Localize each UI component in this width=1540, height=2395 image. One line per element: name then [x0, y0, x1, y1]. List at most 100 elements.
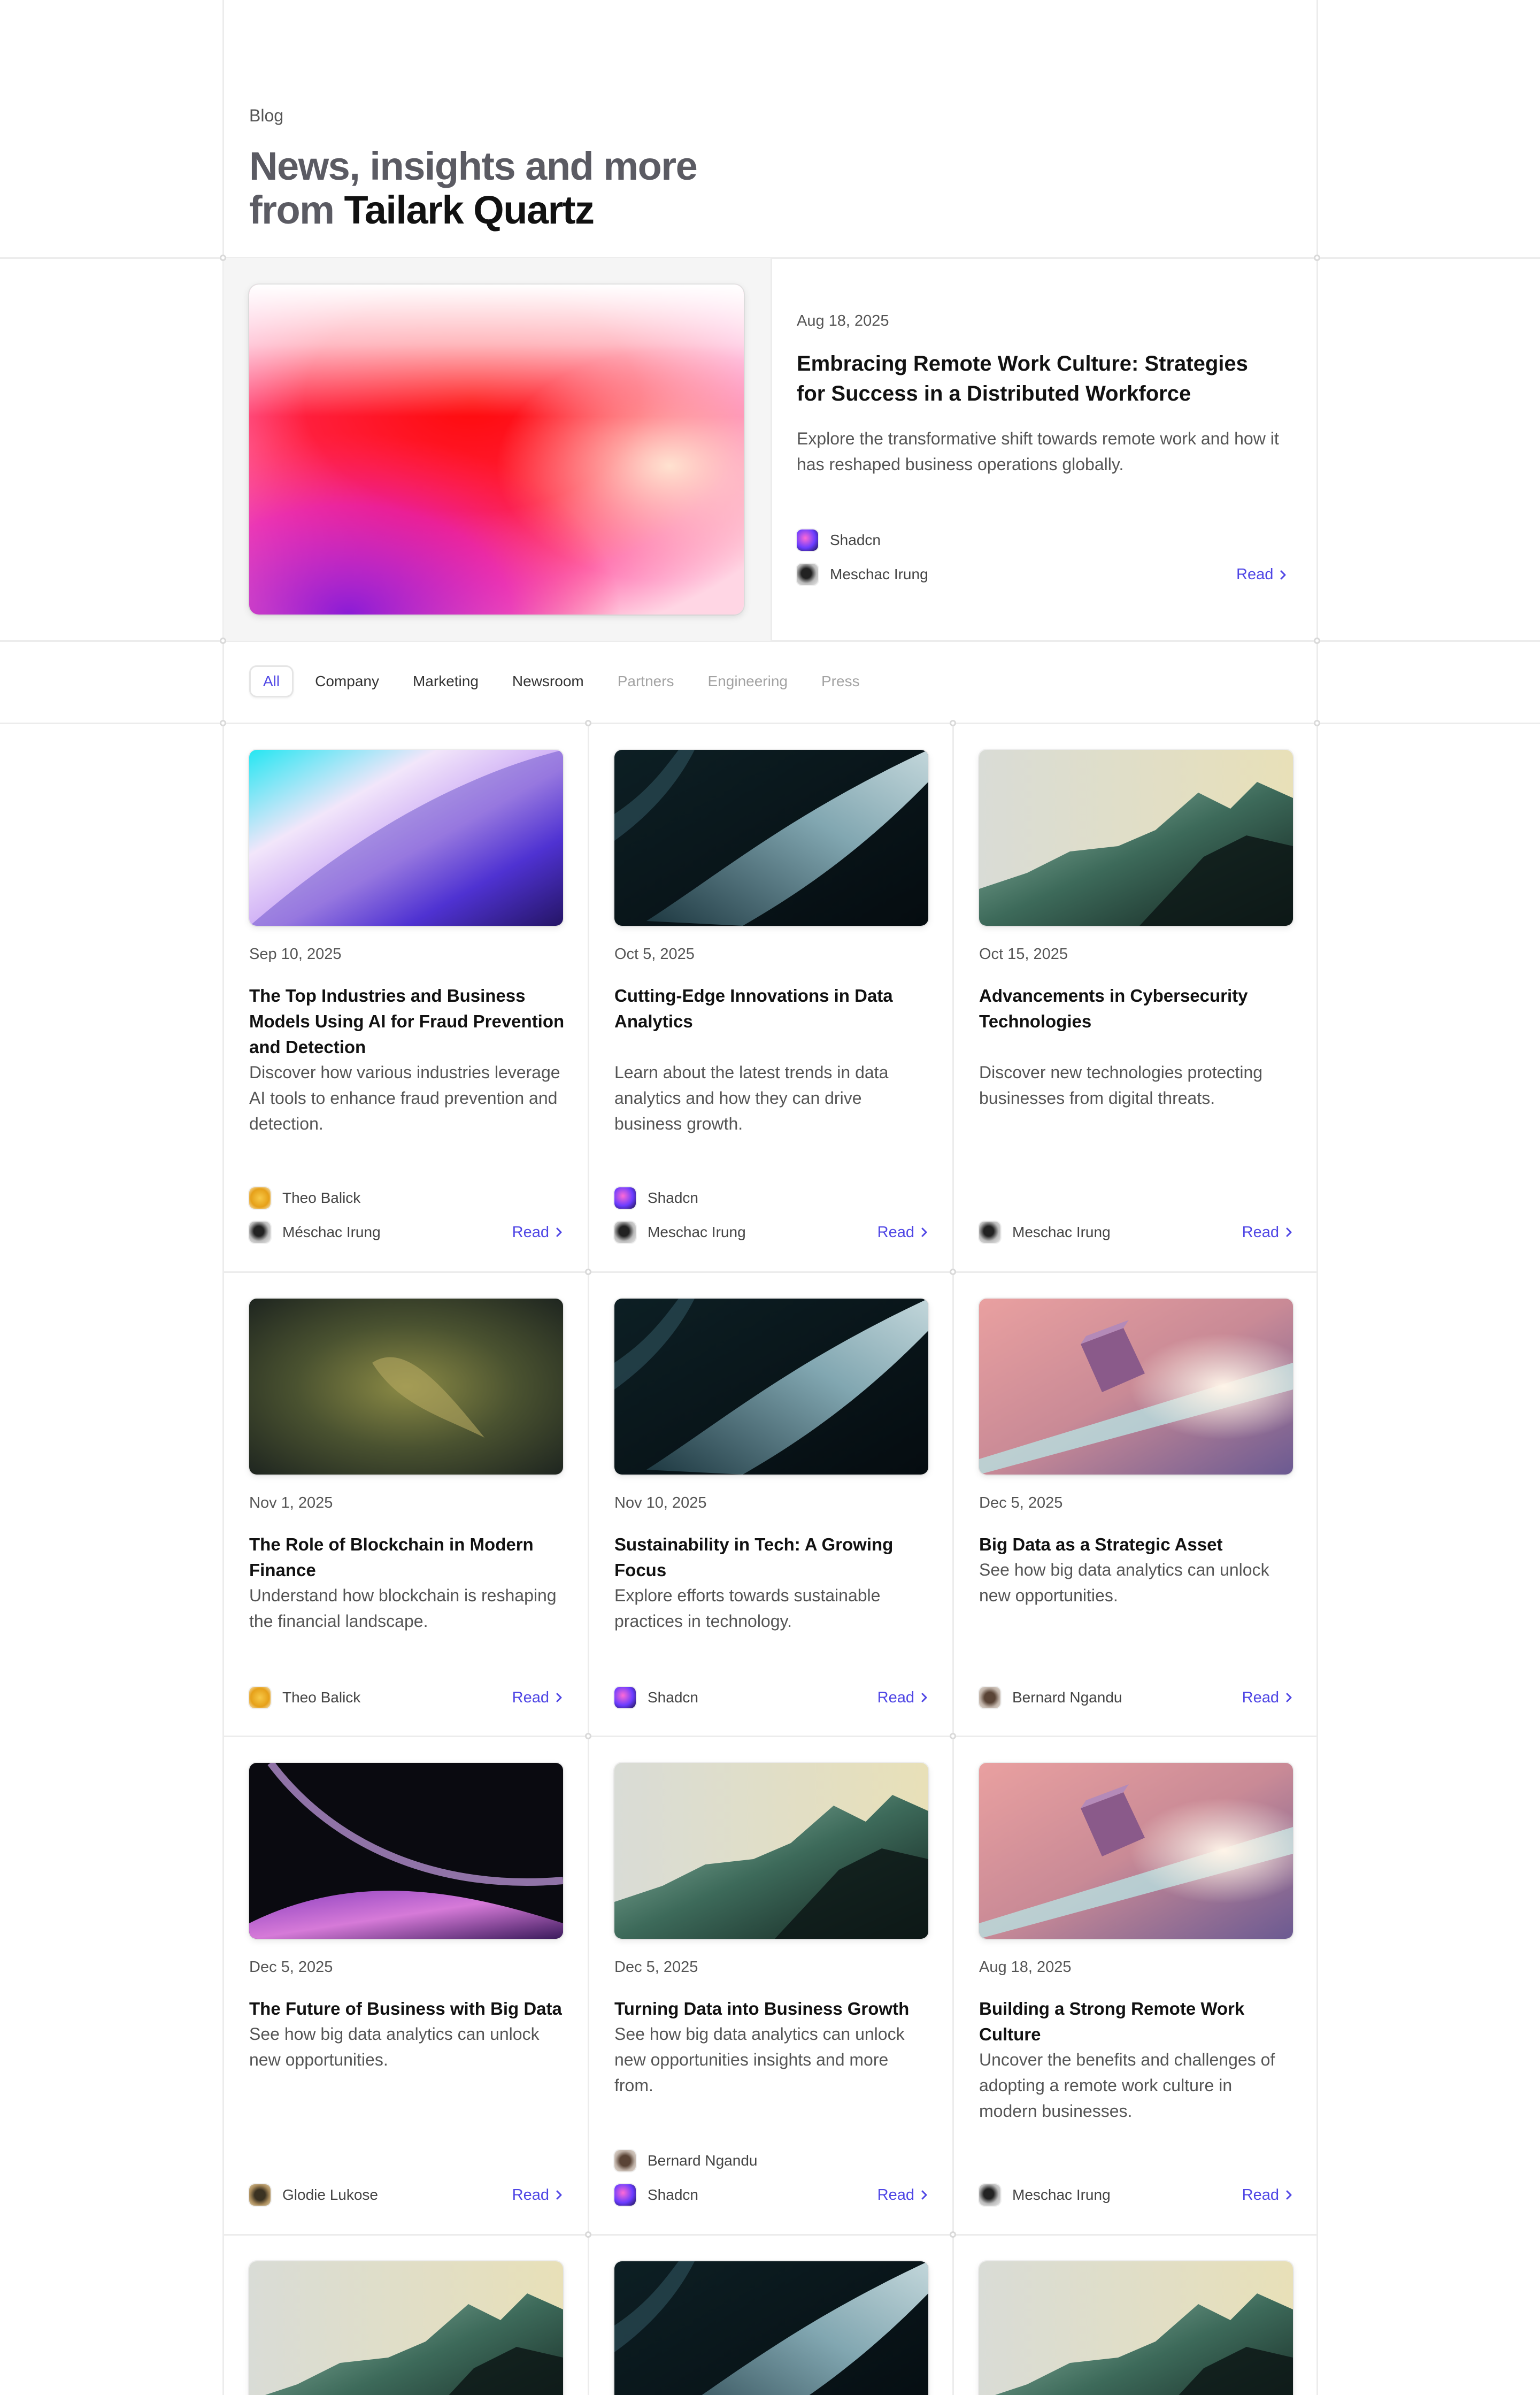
- post-image[interactable]: [614, 1763, 928, 1939]
- post-excerpt: See how big data analytics can unlock ne…: [614, 2024, 905, 2095]
- post-read-link[interactable]: Read: [512, 2184, 563, 2206]
- author-name: Shadcn: [648, 1689, 698, 1706]
- post-image[interactable]: [249, 750, 563, 926]
- post-authors: Bernard Ngandu: [979, 1687, 1122, 1721]
- grid-line: [1316, 0, 1318, 2395]
- post-read-link[interactable]: Read: [512, 1687, 563, 1708]
- post-image[interactable]: [979, 1763, 1293, 1939]
- post-read-link[interactable]: Read: [877, 1687, 928, 1708]
- grid-line: [771, 258, 772, 641]
- avatar: [614, 2150, 636, 2171]
- grid-node: [950, 1733, 956, 1739]
- author[interactable]: Méschac Irung: [249, 1222, 381, 1243]
- post-title[interactable]: The Top Industries and Business Models U…: [249, 983, 565, 1060]
- tab-marketing[interactable]: Marketing: [405, 665, 486, 697]
- author[interactable]: Meschac Irung: [797, 564, 928, 585]
- author[interactable]: Meschac Irung: [614, 1222, 746, 1243]
- chevron-right-icon: [1286, 1227, 1292, 1237]
- post-authors: Bernard Ngandu Shadcn: [614, 2150, 757, 2219]
- tab-engineering[interactable]: Engineering: [700, 665, 795, 697]
- author[interactable]: Meschac Irung: [979, 1222, 1111, 1243]
- featured-read-link[interactable]: Read: [1236, 566, 1287, 584]
- post-read-link[interactable]: Read: [1242, 1222, 1293, 1243]
- featured-title[interactable]: Embracing Remote Work Culture: Strategie…: [797, 349, 1278, 409]
- post-title[interactable]: Turning Data into Business Growth: [614, 1996, 930, 2022]
- author-name: Meschac Irung: [1012, 1224, 1111, 1240]
- tab-newsroom[interactable]: Newsroom: [505, 665, 591, 697]
- grid-node: [1314, 255, 1320, 261]
- post-title[interactable]: Big Data as a Strategic Asset: [979, 1532, 1295, 1557]
- tab-partners[interactable]: Partners: [610, 665, 682, 697]
- tab-all[interactable]: All: [249, 665, 294, 697]
- author-name: Bernard Ngandu: [648, 2152, 758, 2169]
- chevron-right-icon: [1286, 2190, 1292, 2200]
- chevron-right-icon: [921, 1227, 927, 1237]
- author[interactable]: Bernard Ngandu: [979, 1687, 1122, 1708]
- post-read-link[interactable]: Read: [877, 1222, 928, 1243]
- author[interactable]: Shadcn: [614, 2184, 757, 2206]
- post-title[interactable]: Advancements in Cybersecurity Technologi…: [979, 983, 1295, 1034]
- post-image[interactable]: [249, 1299, 563, 1475]
- post-image[interactable]: [979, 1299, 1293, 1475]
- post-image[interactable]: [614, 1299, 928, 1475]
- post-title[interactable]: Building a Strong Remote Work Culture: [979, 1996, 1295, 2047]
- grid-node: [950, 2231, 956, 2238]
- post-image[interactable]: [249, 1763, 563, 1939]
- author[interactable]: Theo Balick: [249, 1187, 381, 1209]
- tab-press[interactable]: Press: [814, 665, 867, 697]
- featured-date: Aug 18, 2025: [797, 312, 889, 329]
- post-excerpt: See how big data analytics can unlock ne…: [979, 1560, 1269, 1605]
- grid-node: [1314, 720, 1320, 726]
- post-authors: Shadcn: [614, 1687, 698, 1721]
- author-name: Méschac Irung: [282, 1224, 381, 1240]
- read-label: Read: [1236, 566, 1274, 583]
- author[interactable]: Shadcn: [614, 1687, 698, 1708]
- post-read-link[interactable]: Read: [512, 1222, 563, 1243]
- chevron-right-icon: [1286, 1693, 1292, 1702]
- post-title[interactable]: Cutting-Edge Innovations in Data Analyti…: [614, 983, 930, 1034]
- author-name: Theo Balick: [282, 1189, 361, 1206]
- post-title[interactable]: The Future of Business with Big Data: [249, 1996, 565, 2022]
- author[interactable]: Bernard Ngandu: [614, 2150, 757, 2171]
- post-authors: Theo Balick Méschac Irung: [249, 1187, 381, 1256]
- author-name: Theo Balick: [282, 1689, 361, 1706]
- author[interactable]: Shadcn: [614, 1187, 746, 1209]
- author-name: Meschac Irung: [830, 566, 928, 582]
- chevron-right-icon: [556, 1693, 562, 1702]
- grid-node: [585, 1733, 591, 1739]
- author-name: Meschac Irung: [648, 1224, 746, 1240]
- post-authors: Theo Balick: [249, 1687, 360, 1721]
- page-title: News, insights and more from Tailark Qua…: [249, 144, 698, 232]
- featured-image[interactable]: [249, 285, 744, 615]
- post-title[interactable]: The Role of Blockchain in Modern Finance: [249, 1532, 565, 1583]
- read-label: Read: [1242, 2186, 1279, 2204]
- featured-authors: Shadcn Meschac Irung: [797, 529, 928, 598]
- read-label: Read: [512, 1688, 549, 1706]
- author[interactable]: Glodie Lukose: [249, 2184, 378, 2206]
- avatar: [249, 2184, 271, 2206]
- grid-line: [0, 723, 1540, 724]
- grid-node: [220, 720, 226, 726]
- post-image[interactable]: [249, 2261, 563, 2395]
- chevron-right-icon: [556, 1227, 562, 1237]
- avatar: [797, 564, 818, 585]
- tab-company[interactable]: Company: [307, 665, 387, 697]
- read-label: Read: [877, 1223, 914, 1241]
- post-title[interactable]: Sustainability in Tech: A Growing Focus: [614, 1532, 930, 1583]
- author[interactable]: Shadcn: [797, 529, 928, 551]
- post-date: Oct 5, 2025: [614, 946, 695, 963]
- post-read-link[interactable]: Read: [1242, 1687, 1293, 1708]
- author[interactable]: Meschac Irung: [979, 2184, 1111, 2206]
- post-image[interactable]: [979, 2261, 1293, 2395]
- avatar: [979, 2184, 1000, 2206]
- chevron-right-icon: [1280, 570, 1286, 579]
- post-date: Nov 1, 2025: [249, 1494, 333, 1511]
- post-image[interactable]: [614, 750, 928, 926]
- post-date: Dec 5, 2025: [614, 1959, 698, 1976]
- grid-node: [585, 720, 591, 726]
- post-read-link[interactable]: Read: [1242, 2184, 1293, 2206]
- post-read-link[interactable]: Read: [877, 2184, 928, 2206]
- post-image[interactable]: [979, 750, 1293, 926]
- author[interactable]: Theo Balick: [249, 1687, 360, 1708]
- post-image[interactable]: [614, 2261, 928, 2395]
